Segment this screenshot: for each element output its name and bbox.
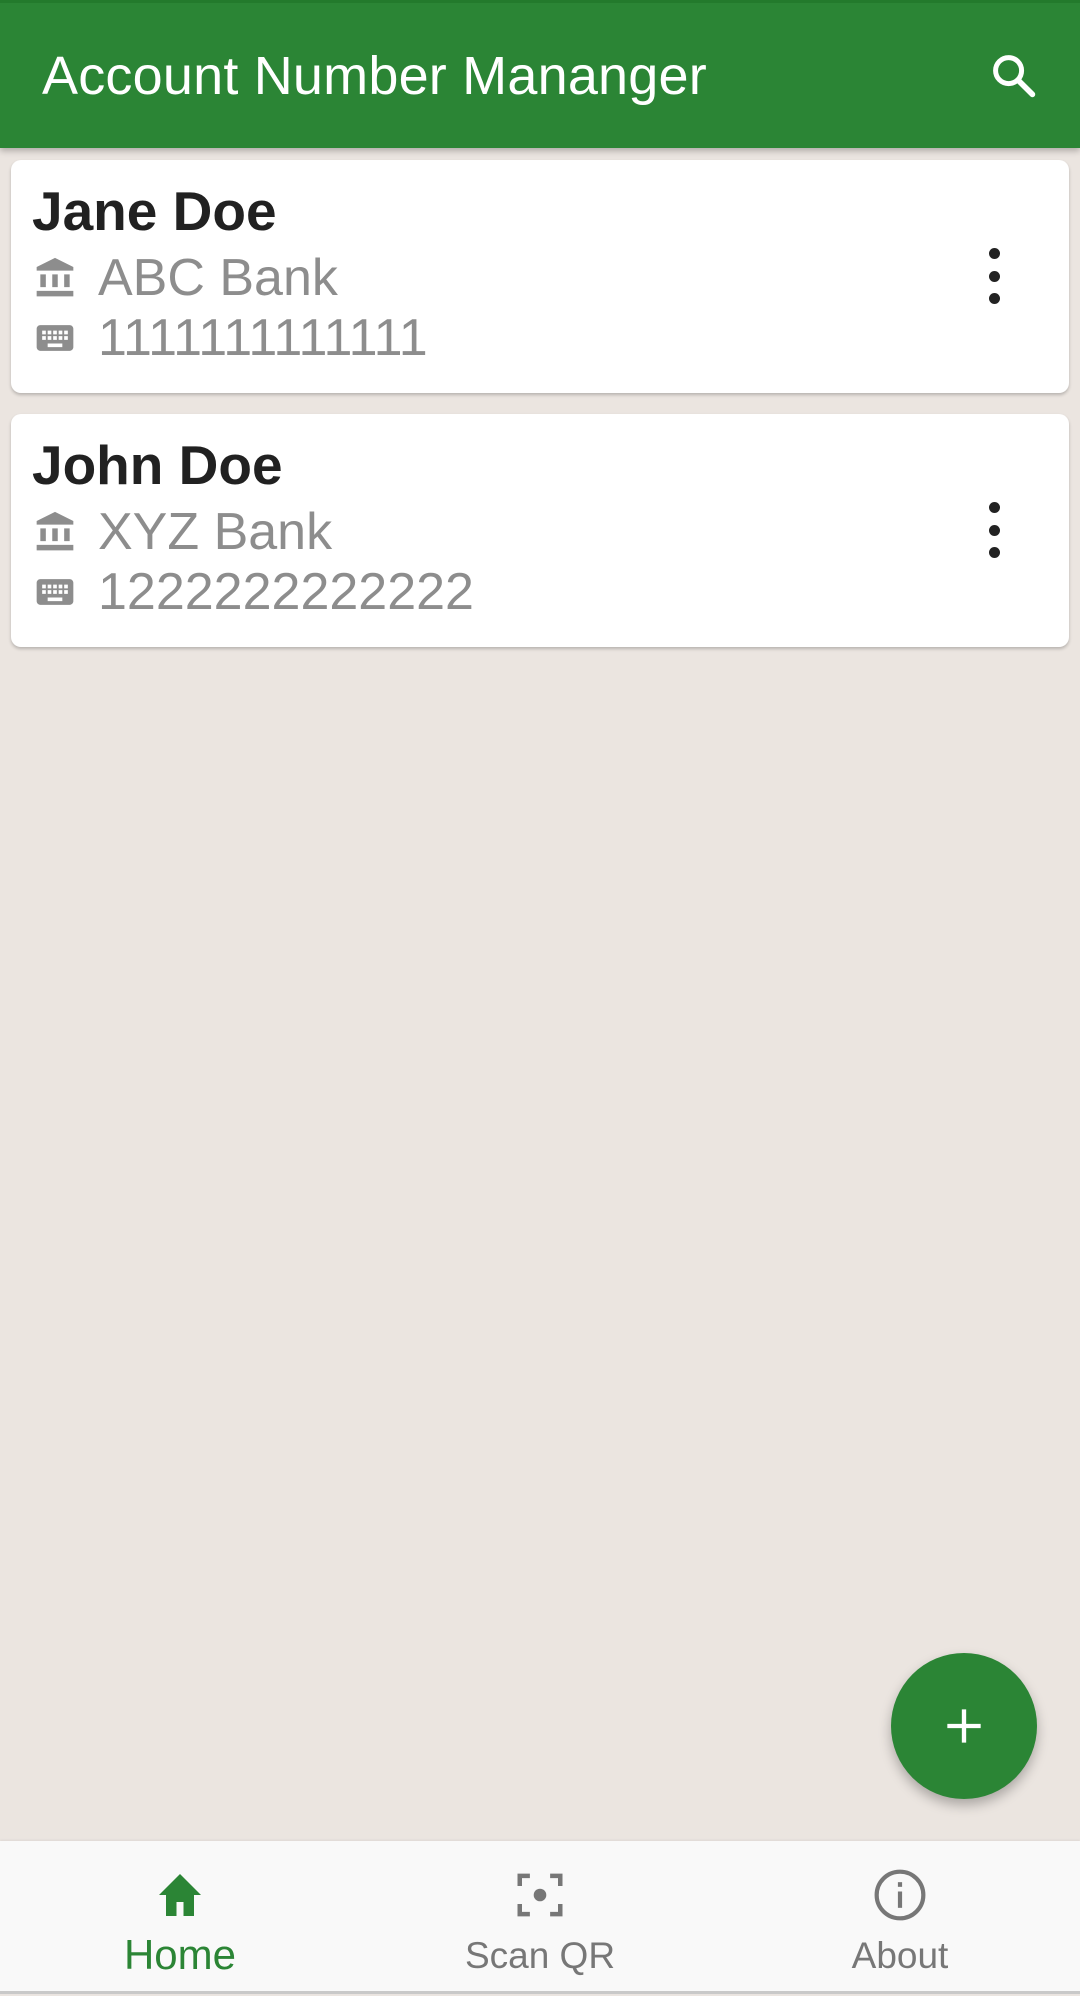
account-list: Jane Doe ABC Bank 1111111111111 John Doe…	[11, 160, 1069, 668]
account-number: 1111111111111	[98, 309, 428, 367]
account-card[interactable]: John Doe XYZ Bank 1222222222222	[11, 414, 1069, 647]
app-title: Account Number Mananger	[42, 45, 707, 106]
bottom-navigation: Home Scan QR About	[0, 1841, 1080, 1994]
home-icon	[150, 1865, 210, 1925]
account-number-row: 1111111111111	[32, 308, 1069, 368]
nav-scan-qr[interactable]: Scan QR	[360, 1841, 720, 1991]
account-number-row: 1222222222222	[32, 562, 1069, 622]
account-card[interactable]: Jane Doe ABC Bank 1111111111111	[11, 160, 1069, 393]
keyboard-icon	[32, 315, 78, 361]
search-button[interactable]	[978, 40, 1050, 112]
more-vert-icon	[988, 248, 1000, 259]
bank-name: XYZ Bank	[98, 503, 333, 561]
account-holder-name: Jane Doe	[32, 180, 277, 242]
nav-about-label: About	[851, 1935, 949, 1976]
account-number: 1222222222222	[98, 563, 474, 621]
more-vert-icon	[988, 502, 1000, 513]
more-options-button[interactable]	[979, 500, 1009, 560]
nav-scan-qr-label: Scan QR	[464, 1935, 616, 1976]
account-holder-name: John Doe	[32, 434, 283, 496]
bank-row: XYZ Bank	[32, 502, 1069, 562]
more-options-button[interactable]	[979, 246, 1009, 306]
keyboard-icon	[32, 569, 78, 615]
add-account-button[interactable]	[891, 1653, 1037, 1799]
bank-row: ABC Bank	[32, 248, 1069, 308]
plus-icon	[947, 1709, 981, 1743]
bank-icon	[32, 255, 78, 301]
nav-home-label: Home	[123, 1931, 237, 1978]
nav-about[interactable]: About	[720, 1841, 1080, 1991]
bank-icon	[32, 509, 78, 555]
search-icon	[993, 54, 1036, 97]
info-icon	[870, 1865, 930, 1925]
bank-name: ABC Bank	[98, 249, 338, 307]
nav-home[interactable]: Home	[0, 1841, 360, 1991]
scan-qr-icon	[510, 1865, 570, 1925]
app-bar: Account Number Mananger	[0, 0, 1080, 148]
